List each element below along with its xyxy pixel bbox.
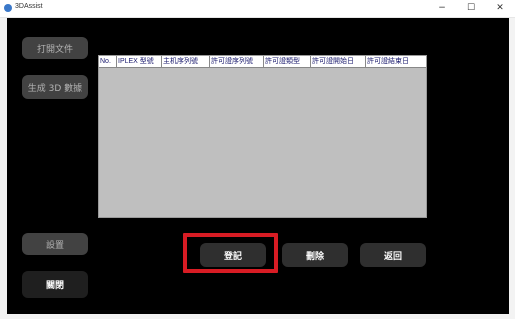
license-table[interactable]: No. IPLEX 型號 主机序列號 許可證序列號 許可證類型 許可證開始日 許… bbox=[98, 55, 427, 218]
column-header-license-start[interactable]: 許可證開始日 bbox=[311, 56, 366, 67]
column-header-license-type[interactable]: 許可證類型 bbox=[264, 56, 311, 67]
settings-button[interactable]: 設置 bbox=[22, 233, 88, 255]
highlight-box bbox=[183, 233, 278, 273]
title-bar: 3DAssist − ☐ ✕ bbox=[0, 0, 515, 18]
close-icon[interactable]: ✕ bbox=[489, 1, 511, 15]
window-title: 3DAssist bbox=[15, 3, 43, 10]
bottom-bar bbox=[0, 314, 515, 319]
delete-button[interactable]: 刪除 bbox=[282, 243, 348, 267]
close-button[interactable]: 關閉 bbox=[22, 271, 88, 298]
minimize-icon[interactable]: − bbox=[431, 1, 453, 15]
column-header-iplex-model[interactable]: IPLEX 型號 bbox=[117, 56, 162, 67]
maximize-icon[interactable]: ☐ bbox=[460, 1, 482, 15]
open-file-button[interactable]: 打開文件 bbox=[22, 37, 88, 59]
app-icon bbox=[4, 4, 12, 12]
back-button[interactable]: 返回 bbox=[360, 243, 426, 267]
generate-3d-data-button[interactable]: 生成 3D 數據 bbox=[22, 75, 88, 99]
column-header-license-end[interactable]: 許可證結束日 bbox=[366, 56, 426, 67]
column-header-no[interactable]: No. bbox=[99, 56, 117, 67]
column-header-license-serial[interactable]: 許可證序列號 bbox=[210, 56, 264, 67]
table-header: No. IPLEX 型號 主机序列號 許可證序列號 許可證類型 許可證開始日 許… bbox=[99, 56, 426, 68]
column-header-host-serial[interactable]: 主机序列號 bbox=[162, 56, 210, 67]
